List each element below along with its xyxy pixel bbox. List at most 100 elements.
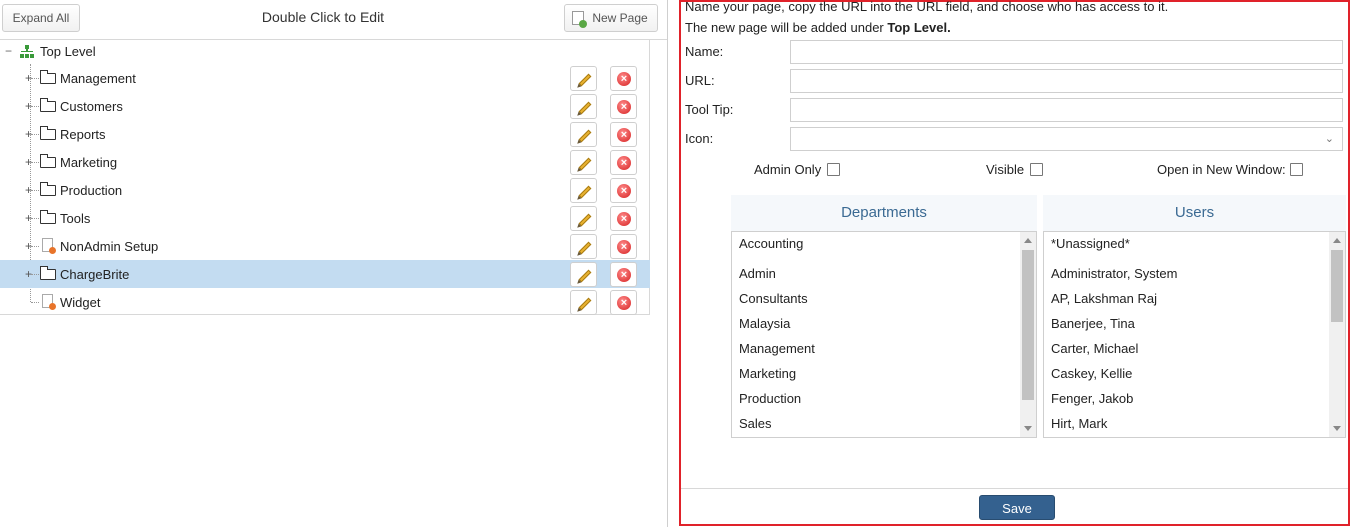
tree-row-label: ChargeBrite xyxy=(60,267,130,282)
edit-button[interactable] xyxy=(570,262,597,287)
tree-root-node[interactable]: − Top Level xyxy=(0,40,300,64)
tree-row-label: Customers xyxy=(60,99,123,114)
pencil-icon xyxy=(578,73,592,87)
tree-row-label: Tools xyxy=(60,211,91,226)
list-item[interactable]: Management xyxy=(739,341,815,356)
tree-row[interactable]: + Marketing × xyxy=(0,148,650,176)
tree-connector xyxy=(31,302,39,303)
visible-checkbox[interactable] xyxy=(1030,163,1043,176)
list-item[interactable]: Marketing xyxy=(739,366,796,381)
tree-row[interactable]: + Management × xyxy=(0,64,650,92)
delete-button[interactable]: × xyxy=(610,66,637,91)
list-item[interactable]: Caskey, Kellie xyxy=(1051,366,1132,381)
list-item[interactable]: Fenger, Jakob xyxy=(1051,391,1133,406)
departments-scrollbar[interactable] xyxy=(1020,232,1036,437)
delete-button[interactable]: × xyxy=(610,290,637,315)
tree-instruction: Double Click to Edit xyxy=(261,9,385,25)
tree-root-label: Top Level xyxy=(40,44,96,59)
delete-button[interactable]: × xyxy=(610,234,637,259)
page-tree: − Top Level + Management × + Customers × + Repo… xyxy=(0,40,650,315)
collapse-icon[interactable]: − xyxy=(5,45,12,57)
delete-icon: × xyxy=(617,296,631,310)
chevron-down-icon: ⌄ xyxy=(1324,133,1334,145)
edit-button[interactable] xyxy=(570,290,597,315)
pencil-icon xyxy=(578,185,592,199)
new-page-button[interactable]: New Page xyxy=(564,4,658,32)
folder-icon xyxy=(40,210,56,224)
pencil-icon xyxy=(578,129,592,143)
new-window-label: Open in New Window: xyxy=(1157,162,1286,177)
name-field[interactable] xyxy=(790,40,1343,64)
icon-select[interactable]: ⌄ xyxy=(790,127,1343,151)
tree-row[interactable]: + Production × xyxy=(0,176,650,204)
new-window-checkbox[interactable] xyxy=(1290,163,1303,176)
sitemap-icon xyxy=(20,45,34,59)
delete-button[interactable]: × xyxy=(610,122,637,147)
tree-row-label: Reports xyxy=(60,127,106,142)
new-page-label: New Page xyxy=(592,11,648,25)
edit-button[interactable] xyxy=(570,178,597,203)
delete-icon: × xyxy=(617,128,631,142)
tooltip-field[interactable] xyxy=(790,98,1343,122)
delete-button[interactable]: × xyxy=(610,178,637,203)
name-label: Name: xyxy=(685,44,724,59)
edit-button[interactable] xyxy=(570,66,597,91)
folder-icon xyxy=(40,126,56,140)
save-button[interactable]: Save xyxy=(979,495,1055,520)
tree-row-label: Management xyxy=(60,71,136,86)
scroll-thumb[interactable] xyxy=(1331,250,1343,322)
folder-icon xyxy=(40,182,56,196)
edit-button[interactable] xyxy=(570,206,597,231)
tooltip-label: Tool Tip: xyxy=(685,102,734,117)
tree-row[interactable]: + Customers × xyxy=(0,92,650,120)
edit-button[interactable] xyxy=(570,94,597,119)
admin-only-checkbox[interactable] xyxy=(827,163,840,176)
tree-row[interactable]: + NonAdmin Setup × xyxy=(0,232,650,260)
list-item[interactable]: *Unassigned* xyxy=(1051,236,1130,251)
url-label: URL: xyxy=(685,73,715,88)
edit-button[interactable] xyxy=(570,150,597,175)
list-item[interactable]: Banerjee, Tina xyxy=(1051,316,1135,331)
list-item[interactable]: Malaysia xyxy=(739,316,790,331)
delete-button[interactable]: × xyxy=(610,206,637,231)
list-item[interactable]: Admin xyxy=(739,266,776,281)
list-item[interactable]: Administrator, System xyxy=(1051,266,1177,281)
delete-button[interactable]: × xyxy=(610,94,637,119)
list-item[interactable]: Production xyxy=(739,391,801,406)
list-item[interactable]: Consultants xyxy=(739,291,808,306)
delete-button[interactable]: × xyxy=(610,262,637,287)
admin-only-label: Admin Only xyxy=(754,162,822,177)
list-item[interactable]: Carter, Michael xyxy=(1051,341,1138,356)
help-text: Name your page, copy the URL into the UR… xyxy=(685,0,1169,14)
tree-connector xyxy=(31,274,39,275)
users-list[interactable]: *Unassigned* Administrator, System AP, Lak… xyxy=(1043,231,1346,438)
scroll-down-icon[interactable] xyxy=(1333,426,1341,431)
users-header: Users xyxy=(1043,195,1346,231)
scroll-up-icon[interactable] xyxy=(1333,238,1341,243)
tree-row[interactable]: Widget × xyxy=(0,288,650,316)
tree-row[interactable]: + Reports × xyxy=(0,120,650,148)
page-editor-panel: Name your page, copy the URL into the UR… xyxy=(679,0,1350,526)
scroll-thumb[interactable] xyxy=(1022,250,1034,400)
departments-list[interactable]: Accounting Admin Consultants Malaysia Manage… xyxy=(731,231,1037,438)
list-item[interactable]: Hirt, Mark xyxy=(1051,416,1107,431)
delete-button[interactable]: × xyxy=(610,150,637,175)
url-field[interactable] xyxy=(790,69,1343,93)
parent-location-text: The new page will be added under Top Lev… xyxy=(685,20,951,35)
tree-row-label: Widget xyxy=(60,295,101,310)
scroll-up-icon[interactable] xyxy=(1024,238,1032,243)
folder-icon xyxy=(40,266,56,280)
scroll-down-icon[interactable] xyxy=(1024,426,1032,431)
edit-button[interactable] xyxy=(570,234,597,259)
delete-icon: × xyxy=(617,240,631,254)
icon-label: Icon: xyxy=(685,131,714,146)
tree-row[interactable]: + Tools × xyxy=(0,204,650,232)
list-item[interactable]: Accounting xyxy=(739,236,803,251)
list-item[interactable]: AP, Lakshman Raj xyxy=(1051,291,1157,306)
edit-button[interactable] xyxy=(570,122,597,147)
users-scrollbar[interactable] xyxy=(1329,232,1345,437)
list-item[interactable]: Sales xyxy=(739,416,772,431)
tree-row-label: Production xyxy=(60,183,123,198)
tree-row[interactable]: + ChargeBrite × xyxy=(0,260,650,288)
delete-icon: × xyxy=(617,212,631,226)
